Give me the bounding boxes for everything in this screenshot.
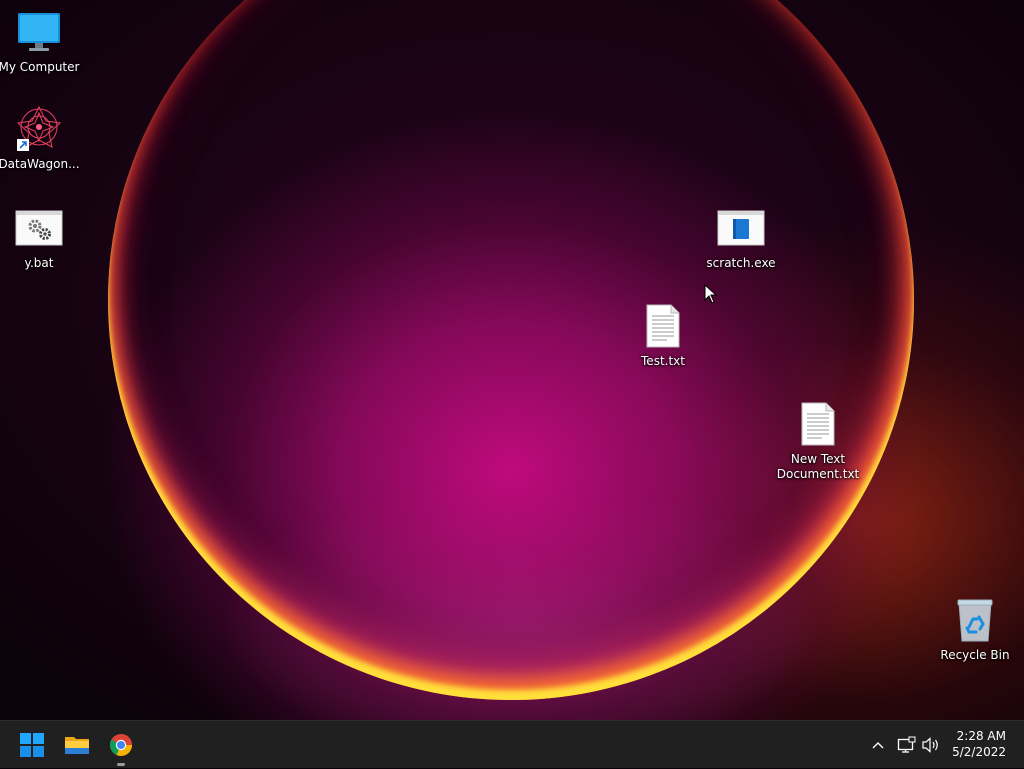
desktop-icon-label: scratch.exe xyxy=(706,256,776,270)
chrome-icon xyxy=(110,734,132,756)
taskbar-clock[interactable]: 2:28 AM 5/2/2022 xyxy=(952,728,1006,760)
desktop-icon-label: DataWagon... xyxy=(0,157,80,171)
desktop-icon-label: Recycle Bin xyxy=(940,648,1010,662)
desktop-icon-y-bat[interactable]: y.bat xyxy=(1,204,77,271)
desktop-icon-label: y.bat xyxy=(24,256,54,270)
desktop-icon-test-txt[interactable]: Test.txt xyxy=(625,302,701,369)
desktop: My Computer DataWagon... y.bat scratch.e… xyxy=(0,0,1024,720)
volume-icon xyxy=(922,737,938,753)
wallpaper-glow-ring xyxy=(108,0,914,700)
desktop-icon-datawagon[interactable]: DataWagon... xyxy=(0,105,80,172)
mouse-cursor-icon xyxy=(704,284,718,304)
text-file-icon xyxy=(794,400,842,448)
datawagon-shortcut-icon xyxy=(15,105,63,153)
chrome-running-indicator xyxy=(117,763,125,766)
recycle-bin-icon xyxy=(951,596,999,644)
desktop-icon-label: New Text Document.txt xyxy=(776,452,860,481)
monitor-icon xyxy=(15,8,63,56)
text-file-icon xyxy=(639,302,687,350)
desktop-icon-label: My Computer xyxy=(0,60,80,74)
network-button[interactable] xyxy=(897,721,917,769)
batch-file-icon xyxy=(15,204,63,252)
chrome-button[interactable] xyxy=(105,729,137,761)
clock-time: 2:28 AM xyxy=(956,729,1006,743)
desktop-icon-recycle-bin[interactable]: Recycle Bin xyxy=(937,596,1013,663)
desktop-icon-label: Test.txt xyxy=(641,354,685,368)
desktop-icon-new-text-document[interactable]: New Text Document.txt xyxy=(777,400,859,482)
start-button[interactable] xyxy=(16,729,48,761)
exe-file-icon xyxy=(717,204,765,252)
taskbar: 2:28 AM 5/2/2022 xyxy=(0,720,1024,768)
desktop-icon-my-computer[interactable]: My Computer xyxy=(0,8,79,75)
network-icon xyxy=(897,736,916,753)
windows-start-icon xyxy=(20,733,44,757)
volume-button[interactable] xyxy=(921,721,941,769)
clock-date: 5/2/2022 xyxy=(952,745,1006,759)
chevron-up-icon xyxy=(872,742,884,749)
tray-overflow-button[interactable] xyxy=(870,721,886,769)
desktop-icon-scratch-exe[interactable]: scratch.exe xyxy=(703,204,779,271)
file-explorer-button[interactable] xyxy=(61,729,93,761)
folder-icon xyxy=(65,737,89,754)
